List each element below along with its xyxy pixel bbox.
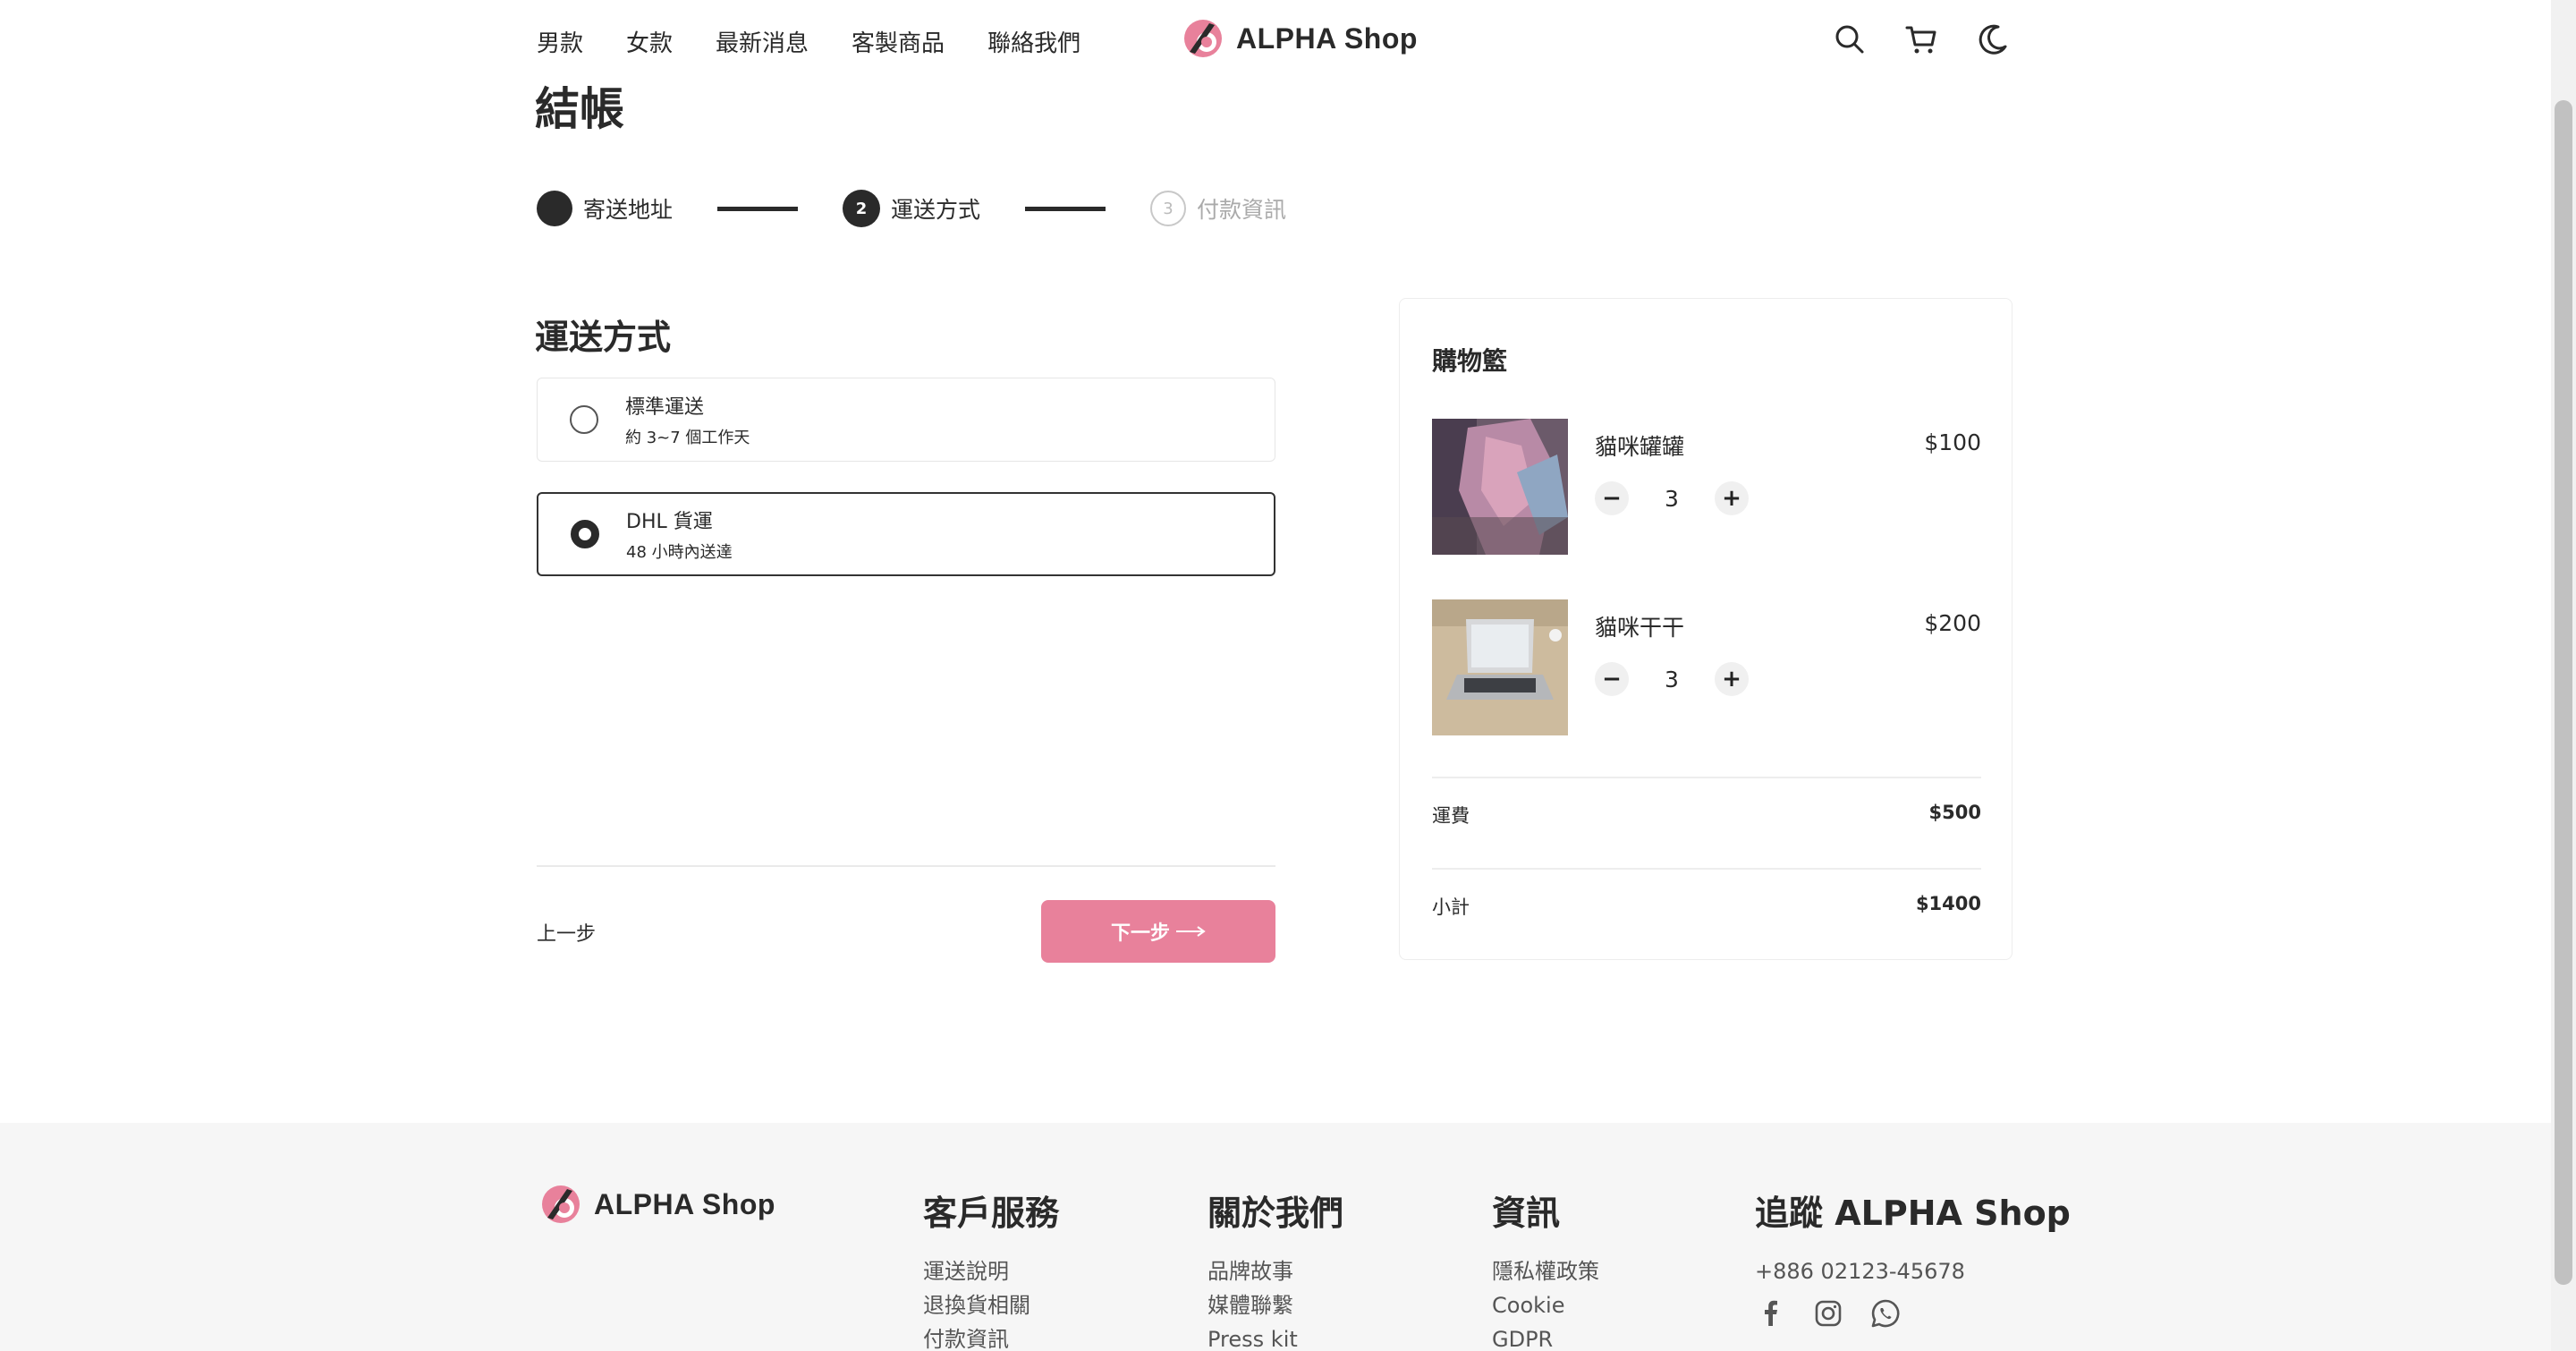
cart-item: 貓咪干干 $200 − 3 + — [1432, 599, 1981, 735]
arrow-right-icon — [1176, 926, 1206, 937]
moon-icon[interactable] — [1975, 21, 2011, 57]
cart-item: 貓咪罐罐 $100 − 3 + — [1432, 419, 1981, 555]
step-label: 運送方式 — [891, 197, 981, 223]
prev-button[interactable]: 上一步 — [537, 918, 596, 947]
shipping-option-text: DHL 貨運 48 小時內送達 — [626, 506, 733, 563]
shipping-fee-value: $500 — [1928, 802, 1981, 823]
header-logo[interactable]: ALPHA Shop — [1182, 18, 1418, 59]
step-address: 寄送地址 — [537, 191, 673, 226]
quantity-value: 3 — [1665, 666, 1679, 692]
increase-button[interactable]: + — [1715, 481, 1749, 515]
footer-heading: 客戶服務 — [923, 1194, 1060, 1233]
footer-link[interactable]: 品牌故事 — [1208, 1254, 1343, 1288]
cart-icon[interactable] — [1903, 21, 1939, 57]
checkout-stepper: 寄送地址 2 運送方式 3 付款資訊 — [537, 190, 1286, 227]
quantity-stepper: − 3 + — [1595, 662, 1749, 696]
subtotal-row: 小計 $1400 — [1432, 893, 1981, 920]
product-name: 貓咪罐罐 — [1595, 434, 1685, 460]
main-nav: 男款 女款 最新消息 客製商品 聯絡我們 — [537, 25, 1080, 58]
brand-logo-icon — [542, 1185, 580, 1223]
quantity-stepper: − 3 + — [1595, 481, 1749, 515]
cart-title: 購物籃 — [1432, 346, 1508, 376]
footer: ALPHA Shop 客戶服務 運送說明 退換貨相關 付款資訊 關於我們 品牌故… — [0, 1123, 2551, 1351]
next-button[interactable]: 下一步 — [1041, 900, 1275, 963]
radio-button-selected[interactable] — [571, 520, 599, 548]
footer-heading: 關於我們 — [1208, 1194, 1344, 1233]
step-label: 寄送地址 — [583, 197, 674, 223]
decrease-button[interactable]: − — [1595, 481, 1629, 515]
footer-heading: 資訊 — [1492, 1194, 1561, 1233]
step-done-icon — [537, 191, 572, 226]
footer-link[interactable]: 運送說明 — [923, 1254, 1059, 1288]
brand-logo-icon — [1184, 20, 1222, 57]
footer-link[interactable]: GDPR — [1492, 1322, 1599, 1351]
decrease-button[interactable]: − — [1595, 662, 1629, 696]
subtotal-label: 小計 — [1432, 896, 1470, 918]
shipping-option-text: 標準運送 約 3~7 個工作天 — [625, 391, 750, 448]
product-image — [1432, 599, 1568, 735]
nav-contact[interactable]: 聯絡我們 — [987, 25, 1080, 58]
shipping-option-dhl[interactable]: DHL 貨運 48 小時內送達 — [537, 492, 1275, 576]
shipping-option-standard[interactable]: 標準運送 約 3~7 個工作天 — [537, 378, 1275, 462]
step-connector — [1025, 206, 1106, 211]
product-price: $100 — [1924, 429, 1981, 455]
footer-heading: 追蹤 ALPHA Shop — [1755, 1194, 2071, 1233]
step-payment: 3 付款資訊 — [1150, 191, 1286, 226]
shipping-name: 標準運送 — [625, 396, 705, 419]
nav-women[interactable]: 女款 — [626, 25, 673, 58]
increase-button[interactable]: + — [1715, 662, 1749, 696]
brand-name: ALPHA Shop — [1236, 21, 1418, 55]
shipping-name: DHL 貨運 — [626, 511, 713, 533]
footer-service: 客戶服務 運送說明 退換貨相關 付款資訊 — [923, 1185, 1059, 1351]
step-number: 3 — [1150, 191, 1187, 226]
footer-about: 關於我們 品牌故事 媒體聯繫 Press kit — [1208, 1185, 1343, 1351]
scrollbar-thumb[interactable] — [2555, 100, 2572, 1285]
form-divider — [537, 865, 1275, 867]
page-title: 結帳 — [535, 83, 624, 135]
footer-link[interactable]: 媒體聯繫 — [1208, 1288, 1343, 1322]
social-links — [1755, 1297, 2071, 1330]
page-scrollbar[interactable] — [2551, 0, 2576, 1351]
shipping-fee-row: 運費 $500 — [1432, 802, 1981, 828]
cart-divider — [1432, 868, 1981, 870]
product-image — [1432, 419, 1568, 555]
footer-follow: 追蹤 ALPHA Shop +886 02123-45678 — [1755, 1185, 2071, 1330]
footer-link[interactable]: Cookie — [1492, 1288, 1599, 1322]
footer-info: 資訊 隱私權政策 Cookie GDPR — [1492, 1185, 1599, 1351]
whatsapp-icon[interactable] — [1869, 1297, 1902, 1330]
brand-name: ALPHA Shop — [594, 1187, 775, 1220]
section-title: 運送方式 — [535, 318, 672, 357]
quantity-value: 3 — [1665, 485, 1679, 512]
header-actions — [1832, 21, 2011, 57]
footer-link[interactable]: Press kit — [1208, 1322, 1343, 1351]
footer-logo[interactable]: ALPHA Shop — [540, 1184, 775, 1225]
radio-button[interactable] — [570, 405, 598, 434]
footer-phone: +886 02123-45678 — [1755, 1259, 1965, 1284]
nav-news[interactable]: 最新消息 — [716, 25, 809, 58]
footer-link[interactable]: 付款資訊 — [923, 1322, 1059, 1351]
instagram-icon[interactable] — [1812, 1297, 1844, 1330]
step-shipping: 2 運送方式 — [843, 190, 980, 227]
step-connector — [717, 206, 799, 211]
nav-men[interactable]: 男款 — [537, 25, 583, 58]
shipping-fee-label: 運費 — [1432, 805, 1470, 827]
cart-panel: 購物籃 貓咪罐罐 $100 − 3 + 貓咪干干 $200 − 3 + 運費 $… — [1399, 298, 2012, 960]
nav-custom[interactable]: 客製商品 — [852, 25, 945, 58]
product-name: 貓咪干干 — [1595, 615, 1685, 641]
shipping-period: 約 3~7 個工作天 — [625, 429, 750, 447]
subtotal-value: $1400 — [1915, 893, 1981, 914]
cart-divider — [1432, 777, 1981, 778]
step-label: 付款資訊 — [1197, 197, 1287, 223]
footer-link[interactable]: 隱私權政策 — [1492, 1254, 1599, 1288]
product-price: $200 — [1924, 610, 1981, 636]
step-number: 2 — [843, 190, 881, 227]
shipping-period: 48 小時內送達 — [626, 543, 733, 562]
next-button-label: 下一步 — [1110, 922, 1170, 945]
facebook-icon[interactable] — [1755, 1297, 1787, 1330]
search-icon[interactable] — [1832, 21, 1868, 57]
checkout-page: 男款 女款 最新消息 客製商品 聯絡我們 ALPHA Shop 結帳 寄送地址 … — [0, 0, 2576, 1351]
footer-link[interactable]: 退換貨相關 — [923, 1288, 1059, 1322]
